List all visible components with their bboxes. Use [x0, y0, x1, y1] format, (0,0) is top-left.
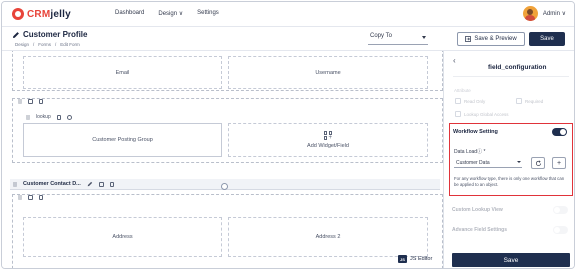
add-button[interactable]: +: [552, 157, 566, 169]
logo-icon: [12, 8, 24, 20]
plus-icon: +: [556, 159, 562, 167]
breadcrumb-edit-form: Edit Form: [60, 42, 80, 47]
settings-icon[interactable]: [66, 114, 72, 120]
checkbox-icon: [455, 111, 461, 117]
checkbox-icon: [455, 98, 461, 104]
copy-icon[interactable]: [28, 195, 33, 200]
section-resize-handle[interactable]: [221, 183, 228, 190]
drag-handle-icon[interactable]: [18, 99, 22, 104]
add-widget-label: Add Widget/Field: [307, 143, 349, 149]
edit-icon[interactable]: [87, 181, 93, 187]
field-username[interactable]: Username: [228, 56, 428, 89]
logo-text: CRMjelly: [27, 8, 71, 20]
breadcrumb-separator: /: [55, 42, 57, 47]
edit-icon[interactable]: [12, 31, 20, 39]
add-widget-field[interactable]: + Add Widget/Field: [228, 123, 428, 157]
back-arrow-icon[interactable]: ‹: [453, 56, 456, 65]
workflow-help-text: For any workflow type, there is only one…: [454, 176, 565, 187]
required-checkbox[interactable]: Required: [516, 98, 543, 104]
data-load-value: Customer Data: [456, 160, 490, 166]
form-canvas: Email Username lookup Customer Posting G…: [2, 51, 443, 268]
drag-handle-icon[interactable]: [26, 114, 30, 120]
delete-icon[interactable]: [39, 195, 43, 200]
workflow-setting-panel: Workflow Setting Data Loadⓘ * Customer D…: [449, 123, 573, 196]
page-title: Customer Profile: [12, 30, 87, 39]
custom-lookup-view-row: Custom Lookup View: [452, 205, 568, 215]
avatar: [522, 6, 538, 21]
checkbox-icon: [516, 98, 522, 104]
field-name-input[interactable]: [453, 69, 569, 77]
advance-field-settings-toggle[interactable]: [553, 226, 568, 234]
workflow-setting-title: Workflow Setting: [453, 129, 498, 135]
custom-lookup-view-toggle[interactable]: [553, 206, 568, 214]
field-toolbar: lookup: [26, 114, 72, 120]
breadcrumb: Design / Forms / Edit Form: [15, 42, 80, 47]
read-only-checkbox[interactable]: Read Only: [455, 98, 485, 104]
drag-handle-icon[interactable]: [13, 181, 17, 187]
section-title: Customer Contact D...: [23, 181, 81, 187]
copy-to-label: Copy To: [370, 33, 392, 39]
delete-icon[interactable]: [39, 99, 43, 104]
breadcrumb-design[interactable]: Design: [15, 42, 29, 47]
field-customer-posting-group[interactable]: Customer Posting Group: [23, 123, 222, 157]
nav-design[interactable]: Design ∨: [158, 10, 183, 17]
add-widget-icon: +: [323, 131, 333, 141]
breadcrumb-forms[interactable]: Forms: [38, 42, 51, 47]
breadcrumb-separator: /: [33, 42, 35, 47]
copy-icon[interactable]: [98, 181, 104, 187]
drag-handle-icon[interactable]: [18, 195, 22, 200]
attribute-label: Attribute: [454, 88, 471, 93]
main-nav: Dashboard Design ∨ Settings: [115, 10, 219, 17]
save-preview-button[interactable]: Save & Preview: [457, 32, 525, 46]
chevron-down-icon: [422, 36, 426, 39]
refresh-icon: [535, 160, 541, 166]
advance-field-settings-label: Advance Field Settings: [452, 227, 508, 233]
required-label: Required: [525, 98, 544, 104]
data-load-label: Data Loadⓘ *: [454, 149, 486, 155]
nav-settings[interactable]: Settings: [197, 10, 219, 17]
delete-icon[interactable]: [56, 114, 61, 120]
delete-icon[interactable]: [109, 181, 114, 187]
field-address[interactable]: Address: [23, 217, 222, 257]
js-icon: JS: [398, 255, 407, 263]
js-editor-button[interactable]: JS JS Editor: [398, 255, 432, 263]
workflow-toggle[interactable]: [552, 128, 567, 136]
field-email[interactable]: Email: [23, 56, 222, 89]
copy-icon[interactable]: [28, 99, 33, 104]
read-only-label: Read Only: [464, 98, 486, 104]
save-preview-label: Save & Preview: [474, 36, 517, 42]
save-button[interactable]: Save: [529, 32, 565, 46]
chevron-down-icon: [517, 161, 521, 163]
form-title: Customer Profile: [23, 30, 88, 39]
workflow-setting-row: Workflow Setting: [453, 127, 567, 137]
preview-icon: [465, 36, 472, 42]
refresh-button[interactable]: [531, 157, 545, 169]
user-menu[interactable]: Admin ∨: [522, 6, 566, 21]
panel-save-button[interactable]: Save: [452, 253, 570, 267]
lookup-global-access-label: Lookup Global Access: [464, 111, 509, 117]
field-address-2[interactable]: Address 2: [228, 217, 428, 257]
copy-to-select[interactable]: Copy To: [368, 33, 428, 45]
lookup-field-label: lookup: [36, 114, 51, 120]
nav-dashboard[interactable]: Dashboard: [115, 10, 144, 17]
section-toolbar: [18, 195, 43, 200]
data-load-select[interactable]: Customer Data: [454, 157, 522, 168]
lookup-global-access-checkbox[interactable]: Lookup Global Access: [455, 111, 509, 117]
custom-lookup-view-label: Custom Lookup View: [452, 207, 503, 213]
advance-field-settings-row: Advance Field Settings: [452, 225, 568, 235]
crmjelly-logo[interactable]: CRMjelly: [12, 7, 71, 21]
top-navigation: CRMjelly Dashboard Design ∨ Settings Adm…: [2, 2, 574, 27]
js-editor-label: JS Editor: [410, 256, 433, 262]
user-name: Admin ∨: [542, 11, 566, 17]
page-header: Customer Profile Design / Forms / Edit F…: [2, 27, 574, 51]
section-toolbar: [18, 99, 43, 104]
app-window: CRMjelly Dashboard Design ∨ Settings Adm…: [1, 1, 575, 269]
